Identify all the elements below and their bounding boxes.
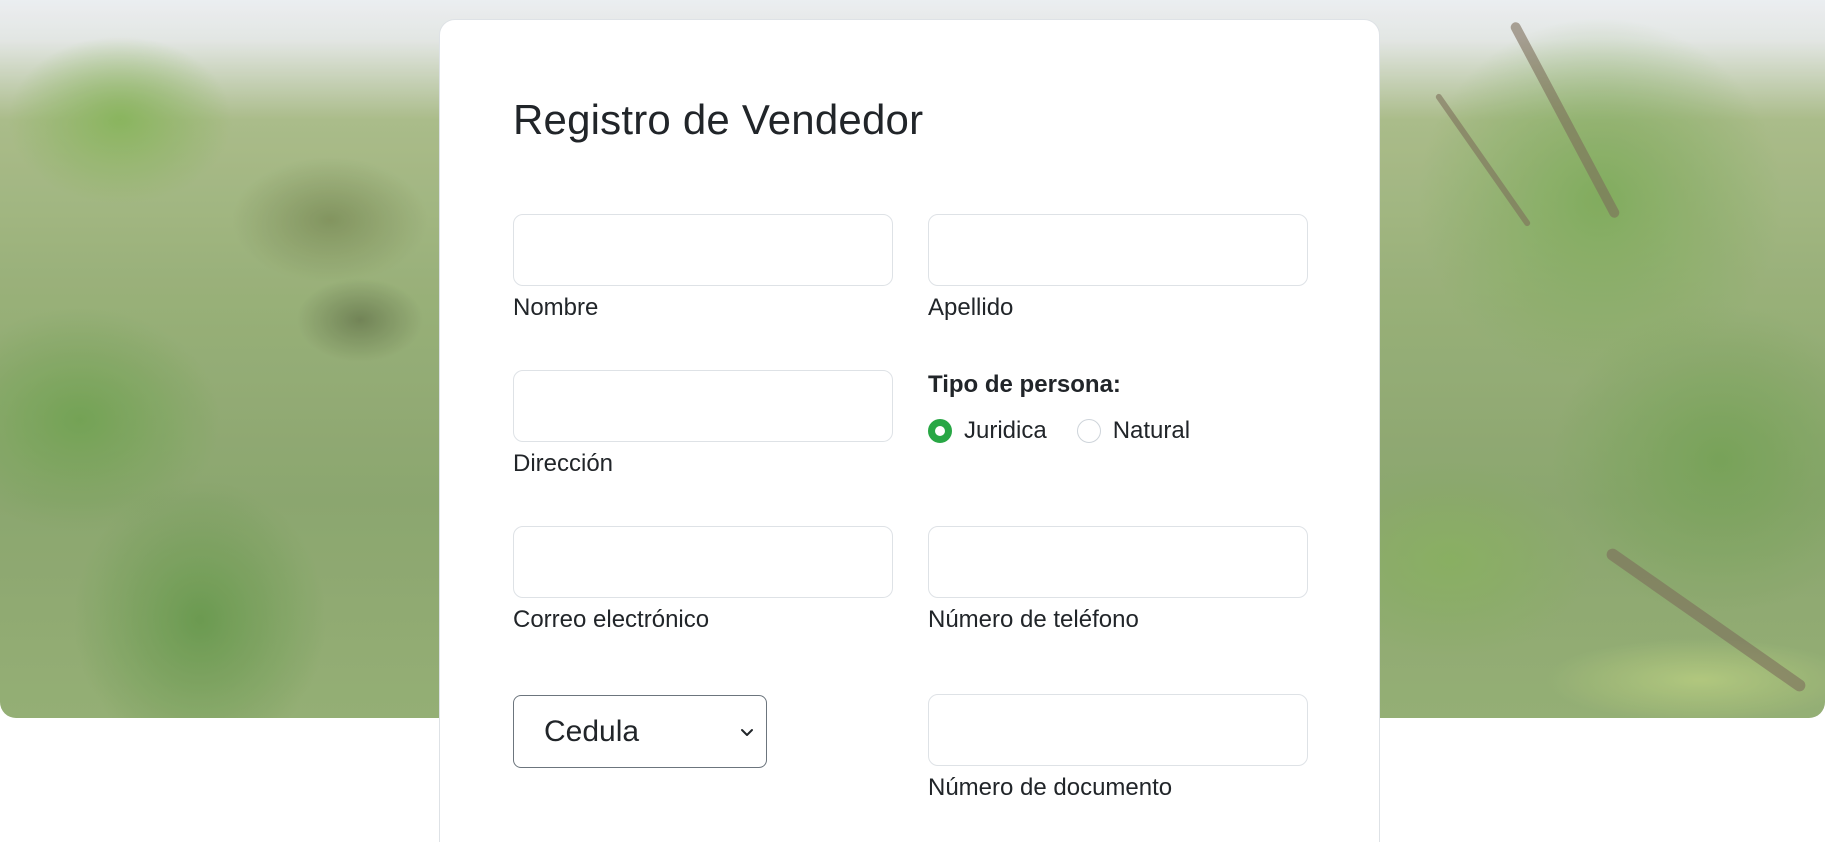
direccion-field-group: Dirección: [513, 370, 893, 478]
chevron-down-icon: [738, 723, 756, 741]
radio-option-natural[interactable]: Natural: [1076, 417, 1191, 445]
document-number-label: Número de documento: [928, 774, 1173, 801]
apellido-input[interactable]: [928, 214, 1308, 286]
page: Registro de Vendedor Nombre Apellido Dir…: [0, 0, 1825, 842]
phone-input[interactable]: [928, 526, 1308, 598]
telefono-field-group: Número de teléfono: [928, 526, 1308, 634]
page-title: Registro de Vendedor: [513, 96, 924, 143]
documento-field-group: Número de documento: [928, 694, 1308, 802]
direccion-input[interactable]: [513, 370, 893, 442]
apellido-label: Apellido: [928, 294, 1014, 321]
phone-label: Número de teléfono: [928, 606, 1139, 633]
apellido-field-group: Apellido: [928, 214, 1308, 322]
document-type-value: Cedula: [544, 714, 640, 748]
email-label: Correo electrónico: [513, 606, 710, 633]
radio-checked-icon[interactable]: [928, 419, 952, 443]
tipo-persona-label: Tipo de persona:: [928, 371, 1121, 398]
document-type-select[interactable]: Cedula: [513, 695, 767, 768]
registration-card: Registro de Vendedor Nombre Apellido Dir…: [439, 19, 1380, 842]
correo-field-group: Correo electrónico: [513, 526, 893, 634]
document-number-input[interactable]: [928, 694, 1308, 766]
tipo-persona-options: Juridica Natural: [928, 417, 1220, 445]
nombre-field-group: Nombre: [513, 214, 893, 322]
radio-unchecked-icon[interactable]: [1076, 419, 1101, 443]
direccion-label: Dirección: [513, 450, 614, 477]
radio-option-juridica[interactable]: Juridica: [928, 417, 1047, 445]
tipo-persona-group: Tipo de persona: Juridica Natural: [928, 371, 1220, 445]
nombre-input[interactable]: [513, 214, 893, 286]
radio-label-juridica: Juridica: [964, 417, 1047, 444]
nombre-label: Nombre: [513, 294, 599, 321]
radio-label-natural: Natural: [1112, 417, 1191, 444]
email-input[interactable]: [513, 526, 893, 598]
